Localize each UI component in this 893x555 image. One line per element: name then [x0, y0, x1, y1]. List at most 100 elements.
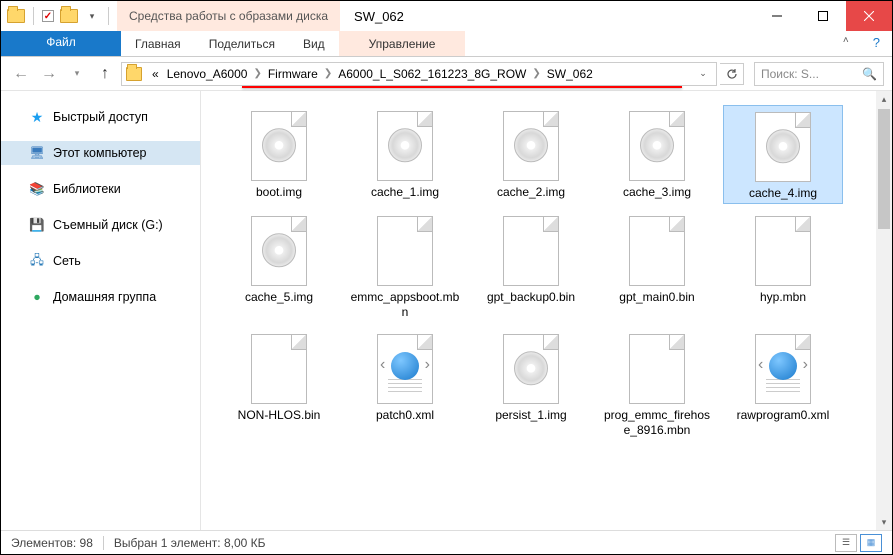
breadcrumb-segment[interactable]: SW_062 — [543, 67, 597, 81]
content-area: ★Быстрый доступ 🖥Этот компьютер 📚 Библиот… — [1, 91, 892, 530]
file-name: rawprogram0.xml — [737, 408, 830, 423]
chevron-right-icon[interactable]: ❯ — [322, 68, 334, 79]
folder-icon — [7, 9, 25, 23]
maximize-button[interactable] — [800, 1, 846, 31]
file-item[interactable]: gpt_backup0.bin — [471, 210, 591, 322]
separator — [33, 7, 34, 25]
selection-info: Выбран 1 элемент: 8,00 КБ — [114, 536, 266, 550]
file-icon — [372, 111, 438, 183]
close-button[interactable] — [846, 1, 892, 31]
nav-this-pc[interactable]: 🖥Этот компьютер — [1, 141, 200, 165]
libraries-icon: 📚 — [29, 181, 45, 197]
folder-icon — [126, 67, 142, 81]
breadcrumb-segment[interactable]: Firmware — [264, 67, 322, 81]
file-item[interactable]: boot.img — [219, 105, 339, 204]
recent-dropdown-icon[interactable]: ▾ — [65, 62, 89, 86]
file-item[interactable]: hyp.mbn — [723, 210, 843, 322]
refresh-button[interactable] — [720, 63, 744, 85]
file-icon — [750, 216, 816, 288]
file-item[interactable]: cache_3.img — [597, 105, 717, 204]
breadcrumb-segment[interactable]: A6000_L_S062_161223_8G_ROW — [334, 67, 530, 81]
file-item[interactable]: prog_emmc_firehose_8916.mbn — [597, 328, 717, 440]
new-folder-icon[interactable] — [60, 9, 78, 23]
file-icon — [498, 111, 564, 183]
file-item[interactable]: gpt_main0.bin — [597, 210, 717, 322]
scroll-down-icon[interactable]: ▾ — [876, 514, 892, 530]
search-input[interactable]: Поиск: S... 🔍 — [754, 62, 884, 86]
file-item[interactable]: NON-HLOS.bin — [219, 328, 339, 440]
file-icon — [246, 334, 312, 406]
back-button[interactable]: ← — [9, 62, 33, 86]
minimize-button[interactable] — [754, 1, 800, 31]
network-icon: 🖧 — [29, 253, 45, 269]
nav-quick-access[interactable]: ★Быстрый доступ — [1, 105, 200, 129]
nav-homegroup[interactable]: ●Домашняя группа — [1, 285, 200, 309]
address-row: ← → ▾ ↑ « Lenovo_A6000 ❯ Firmware ❯ A600… — [1, 57, 892, 91]
chevron-right-icon[interactable]: ❯ — [251, 68, 263, 79]
file-item[interactable]: cache_4.img — [723, 105, 843, 204]
properties-icon[interactable]: ✓ — [42, 10, 54, 22]
forward-button[interactable]: → — [37, 62, 61, 86]
file-item[interactable]: rawprogram0.xml — [723, 328, 843, 440]
nav-removable-disk[interactable]: 💾Съемный диск (G:) — [1, 213, 200, 237]
up-button[interactable]: ↑ — [93, 62, 117, 86]
item-count: 98 — [80, 536, 93, 550]
scroll-up-icon[interactable]: ▴ — [876, 91, 892, 107]
file-icon — [372, 334, 438, 406]
status-bar: Элементов: 98 Выбран 1 элемент: 8,00 КБ … — [1, 530, 892, 554]
context-tab-header: Средства работы с образами диска — [117, 1, 340, 31]
separator — [108, 7, 109, 25]
breadcrumb-segment[interactable]: Lenovo_A6000 — [163, 67, 252, 81]
chevron-right-icon[interactable]: ❯ — [530, 68, 542, 79]
tab-view[interactable]: Вид — [289, 31, 339, 56]
file-name: cache_1.img — [371, 185, 439, 200]
file-item[interactable]: cache_1.img — [345, 105, 465, 204]
tab-home[interactable]: Главная — [121, 31, 195, 56]
icons-view-button[interactable]: ▦ — [860, 534, 882, 552]
homegroup-icon: ● — [29, 289, 45, 305]
window-title: SW_062 — [340, 1, 754, 31]
file-list[interactable]: boot.img cache_1.img cache_2.imgcache_3.im… — [201, 91, 892, 530]
help-icon[interactable]: ? — [861, 31, 892, 56]
usb-icon: 💾 — [29, 217, 45, 233]
navigation-pane: ★Быстрый доступ 🖥Этот компьютер 📚 Библиот… — [1, 91, 201, 530]
ribbon-collapse-icon[interactable]: ˄ — [831, 31, 861, 56]
file-item[interactable]: persist_1.img — [471, 328, 591, 440]
file-name: patch0.xml — [376, 408, 434, 423]
search-icon: 🔍 — [862, 67, 877, 81]
address-bar[interactable]: « Lenovo_A6000 ❯ Firmware ❯ A6000_L_S062… — [121, 62, 717, 86]
file-icon — [624, 334, 690, 406]
qat-dropdown-icon[interactable]: ▾ — [84, 8, 100, 24]
annotation-underline — [242, 86, 682, 88]
separator — [103, 536, 104, 550]
ribbon-tabs: Файл Главная Поделиться Вид Управление ˄… — [1, 31, 892, 57]
nav-network[interactable]: 🖧Сеть — [1, 249, 200, 273]
file-icon — [246, 111, 312, 183]
search-placeholder: Поиск: S... — [761, 67, 819, 81]
file-name: cache_5.img — [245, 290, 313, 305]
address-history-dropdown[interactable]: ⌄ — [694, 63, 712, 85]
file-item[interactable]: cache_5.img — [219, 210, 339, 322]
nav-label: Библиотеки — [53, 182, 121, 196]
details-view-button[interactable]: ☰ — [835, 534, 857, 552]
scroll-thumb[interactable] — [878, 109, 890, 229]
computer-icon: 🖥 — [29, 145, 45, 161]
file-item[interactable]: cache_2.img — [471, 105, 591, 204]
file-item[interactable]: emmc_appsboot.mbn — [345, 210, 465, 322]
tab-share[interactable]: Поделиться — [195, 31, 289, 56]
file-icon — [498, 216, 564, 288]
title-bar: ✓ ▾ Средства работы с образами диска SW_… — [1, 1, 892, 31]
file-name: cache_4.img — [749, 186, 817, 201]
window-controls — [754, 1, 892, 31]
file-icon — [372, 216, 438, 288]
file-item[interactable]: patch0.xml — [345, 328, 465, 440]
file-icon — [498, 334, 564, 406]
nav-libraries[interactable]: 📚 Библиотеки — [1, 177, 200, 201]
file-icon — [624, 216, 690, 288]
file-icon — [750, 334, 816, 406]
tab-manage[interactable]: Управление — [339, 31, 466, 56]
tab-file[interactable]: Файл — [1, 31, 121, 56]
item-count-label: Элементов: — [11, 536, 76, 550]
file-name: emmc_appsboot.mbn — [350, 290, 460, 320]
vertical-scrollbar[interactable]: ▴ ▾ — [876, 91, 892, 530]
